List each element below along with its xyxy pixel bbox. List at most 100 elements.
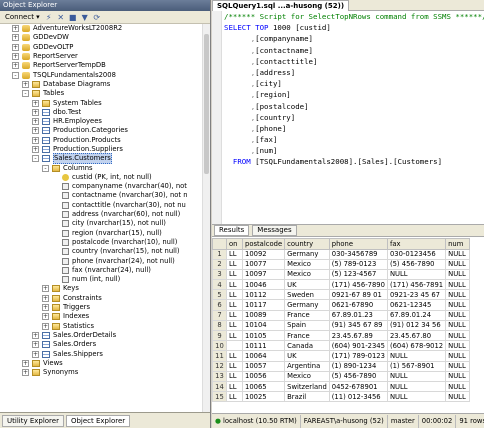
grid-cell[interactable]: 10097 — [241, 268, 286, 281]
grid-cell[interactable]: Germany — [284, 299, 330, 311]
grid-cell[interactable]: 10065 — [241, 380, 286, 393]
grid-cell[interactable]: NULL — [445, 360, 471, 372]
tree-node[interactable]: + Statistics — [0, 322, 202, 331]
grid-cell[interactable]: Mexico — [284, 258, 330, 270]
disconnect-icon[interactable]: ✕ — [56, 12, 66, 22]
tree-node[interactable]: + HR.Employees — [0, 117, 202, 126]
tab-results[interactable]: Results — [214, 225, 250, 236]
grid-cell[interactable]: (5) 123-4567 — [328, 268, 388, 281]
table-row[interactable]: 7 LL 10089 France 67.89.01.23 67.89.01.24 NULL — [212, 309, 471, 321]
expand-icon[interactable]: + — [42, 322, 49, 330]
row-number[interactable]: 11 — [212, 350, 227, 362]
expand-icon[interactable]: + — [32, 350, 39, 358]
row-number[interactable]: 6 — [212, 299, 227, 311]
grid-cell[interactable]: NULL — [386, 268, 447, 281]
grid-cell[interactable]: NULL — [445, 319, 471, 332]
grid-cell[interactable]: 030-3456789 — [328, 248, 388, 260]
grid-cell[interactable]: NULL — [445, 380, 471, 393]
grid-cell[interactable]: LL — [226, 380, 243, 393]
grid-cell[interactable]: Canada — [284, 340, 330, 352]
sql-code[interactable]: /****** Script for SelectTopNRows comman… — [212, 11, 484, 168]
tree-node[interactable]: + System Tables — [0, 98, 202, 107]
table-row[interactable]: 13 LL 10056 Mexico (5) 456-7890 NULL NULL — [212, 370, 471, 382]
query-document-tab[interactable]: SQLQuery1.sql ...a-husong (52)) — [212, 0, 350, 11]
collapse-icon[interactable]: - — [42, 164, 49, 172]
grid-column-header[interactable]: on — [226, 238, 243, 250]
tree-node[interactable]: city (nvarchar(15), not null) — [0, 219, 202, 228]
table-row[interactable]: 8 LL 10104 Spain (91) 345 67 89 (91) 012 34 5… — [212, 319, 471, 332]
grid-cell[interactable]: NULL — [445, 350, 471, 362]
row-number[interactable]: 8 — [212, 319, 227, 332]
grid-cell[interactable]: LL — [226, 258, 243, 270]
expand-icon[interactable]: + — [32, 108, 39, 116]
grid-cell[interactable]: 10057 — [241, 360, 286, 372]
grid-cell[interactable]: 10025 — [241, 391, 286, 403]
tree-scrollbar[interactable] — [202, 24, 210, 412]
table-row[interactable]: 9 LL 10105 France 23.45.67.89 23.45.67.80 NULL — [212, 329, 471, 342]
tree-node[interactable]: + AdventureWorksLT2008R2 — [0, 24, 202, 33]
tree-node[interactable]: companyname (nvarchar(40), not — [0, 182, 202, 191]
table-row[interactable]: 4 LL 10046 UK (171) 456-7890 (171) 456-7891 NU… — [212, 279, 471, 291]
collapse-icon[interactable]: - — [32, 155, 39, 163]
table-row[interactable]: 12 LL 10057 Argentina (1) 890-1234 (1) 567-89… — [212, 360, 471, 372]
expand-icon[interactable]: + — [12, 62, 19, 70]
grid-cell[interactable]: France — [284, 329, 330, 342]
expand-icon[interactable]: + — [12, 43, 19, 51]
expand-icon[interactable]: + — [12, 34, 19, 42]
tree-node[interactable]: phone (nvarchar(24), not null) — [0, 256, 202, 265]
tree-node[interactable]: - TSQLFundamentals2008 — [0, 70, 202, 79]
grid-cell[interactable]: NULL — [445, 370, 471, 382]
grid-cell[interactable]: LL — [226, 329, 243, 342]
tree-node[interactable]: + Synonyms — [0, 368, 202, 377]
grid-cell[interactable]: (5) 456-7890 — [386, 258, 447, 270]
expand-icon[interactable]: + — [22, 369, 29, 377]
results-grid[interactable]: on postalcode country phone fax num 1 LL 10092 G… — [212, 238, 484, 413]
grid-cell[interactable]: LL — [226, 391, 243, 403]
tree-node[interactable]: + Sales.Orders — [0, 340, 202, 349]
tree-node[interactable]: + dbo.Test — [0, 108, 202, 117]
grid-cell[interactable]: (91) 345 67 89 — [328, 319, 388, 332]
grid-cell[interactable]: NULL — [445, 289, 471, 301]
row-number[interactable]: 12 — [212, 360, 227, 372]
collapse-icon[interactable]: - — [22, 90, 29, 98]
grid-cell[interactable]: LL — [226, 370, 243, 382]
grid-cell[interactable]: LL — [226, 360, 243, 372]
grid-cell[interactable]: NULL — [386, 391, 447, 403]
grid-cell[interactable]: Switzerland — [284, 380, 330, 393]
grid-cell[interactable]: UK — [284, 350, 330, 362]
tree-node[interactable]: country (nvarchar(15), not null) — [0, 247, 202, 256]
expand-icon[interactable]: + — [32, 118, 39, 126]
tree-node[interactable]: + Triggers — [0, 303, 202, 312]
grid-cell[interactable]: NULL — [445, 309, 471, 321]
tree-node[interactable]: contactname (nvarchar(30), not n — [0, 191, 202, 200]
grid-cell[interactable]: LL — [226, 248, 243, 260]
tree-node[interactable]: + GDDevOLTP — [0, 43, 202, 52]
row-number[interactable]: 5 — [212, 289, 227, 301]
tree-node[interactable]: + GDDevDW — [0, 33, 202, 42]
grid-cell[interactable]: 10077 — [241, 258, 286, 270]
grid-cell[interactable]: 10089 — [241, 309, 286, 321]
tree-node[interactable]: + Sales.Shippers — [0, 349, 202, 358]
expand-icon[interactable]: + — [42, 285, 49, 293]
grid-cell[interactable]: 67.89.01.24 — [386, 309, 447, 321]
filter-icon[interactable]: ▼ — [80, 12, 90, 22]
grid-cell[interactable]: 0452-678901 — [328, 380, 388, 393]
row-number[interactable]: 7 — [212, 309, 227, 321]
tree-node[interactable]: fax (nvarchar(24), null) — [0, 266, 202, 275]
tree-node[interactable]: + Constraints — [0, 294, 202, 303]
grid-cell[interactable]: (5) 789-0123 — [328, 258, 388, 270]
table-row[interactable]: 3 LL 10097 Mexico (5) 123-4567 NULL NULL — [212, 268, 471, 281]
refresh-icon[interactable]: ⟳ — [92, 12, 102, 22]
tree-node[interactable]: + Indexes — [0, 312, 202, 321]
grid-cell[interactable]: (1) 890-1234 — [328, 360, 388, 372]
row-number[interactable]: 14 — [212, 380, 227, 393]
connect-icon[interactable]: ⚡ — [44, 12, 54, 22]
table-row[interactable]: 10 10111 Canada (604) 901-2345 (604) 678-901… — [212, 340, 471, 352]
grid-cell[interactable]: (171) 789-0123 — [328, 350, 388, 362]
grid-cell[interactable]: NULL — [445, 258, 471, 270]
tree-node[interactable]: + ReportServerTempDB — [0, 61, 202, 70]
grid-cell[interactable]: 10111 — [241, 340, 286, 352]
tree-node[interactable]: + Database Diagrams — [0, 80, 202, 89]
stop-icon[interactable]: ■ — [68, 12, 78, 22]
grid-cell[interactable]: NULL — [445, 279, 471, 291]
